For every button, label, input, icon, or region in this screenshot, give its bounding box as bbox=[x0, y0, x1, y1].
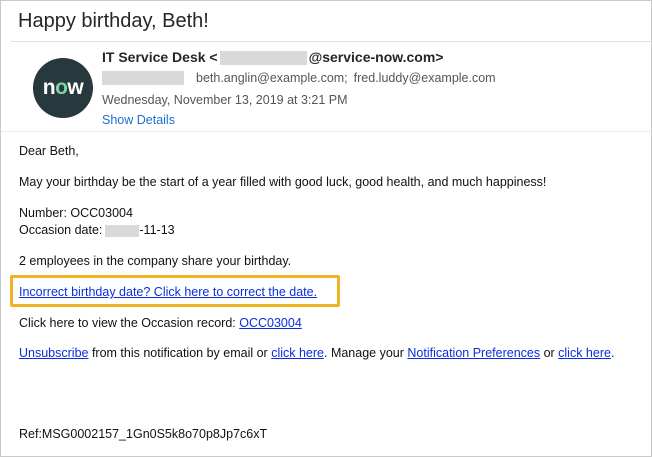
birthday-wish: May your birthday be the start of a year… bbox=[19, 175, 547, 189]
header-bottom-divider bbox=[1, 131, 651, 132]
unsubscribe-line: Unsubscribe from this notification by em… bbox=[19, 346, 614, 360]
header-divider bbox=[11, 41, 651, 42]
logo-w: w bbox=[67, 76, 84, 99]
click-here-link-2[interactable]: click here bbox=[558, 346, 611, 360]
servicenow-logo: now bbox=[43, 76, 84, 100]
unsub-text-4: . bbox=[610, 346, 615, 360]
notification-preferences-link[interactable]: Notification Preferences bbox=[407, 346, 540, 360]
view-record-text: Click here to view the Occasion record: bbox=[19, 316, 240, 330]
highlight-box bbox=[10, 275, 340, 307]
greeting: Dear Beth, bbox=[19, 144, 79, 158]
unsub-text-2: . Manage your bbox=[324, 346, 408, 360]
recipient-fred[interactable]: fred.luddy@example.com bbox=[354, 71, 496, 85]
occasion-suffix: -11-13 bbox=[139, 223, 175, 237]
logo-n: n bbox=[42, 76, 56, 99]
redacted-year bbox=[105, 224, 140, 237]
email-date: Wednesday, November 13, 2019 at 3:21 PM bbox=[102, 93, 348, 107]
redacted-recipient bbox=[102, 71, 184, 85]
unsubscribe-link[interactable]: Unsubscribe bbox=[19, 346, 88, 360]
share-line: 2 employees in the company share your bi… bbox=[19, 254, 292, 268]
logo-o: o bbox=[55, 76, 68, 99]
occasion-label: Occasion date: bbox=[19, 223, 103, 237]
show-details-link[interactable]: Show Details bbox=[102, 113, 175, 127]
reference-id: Ref:MSG0002157_1Gn0S5k8o70p8Jp7c6xT bbox=[19, 427, 268, 441]
number-line: Number: OCC03004 bbox=[19, 206, 133, 220]
recipients-line: beth.anglin@example.com; fred.luddy@exam… bbox=[102, 71, 496, 85]
unsub-text-1: from this notification by email or bbox=[88, 346, 272, 360]
email-window: Happy birthday, Beth! now IT Service Des… bbox=[0, 0, 652, 457]
record-link[interactable]: OCC03004 bbox=[239, 316, 302, 330]
redacted-sender-local bbox=[219, 51, 307, 66]
recipient-beth[interactable]: beth.anglin@example.com; bbox=[196, 71, 348, 85]
email-subject: Happy birthday, Beth! bbox=[18, 10, 209, 32]
sender-line: IT Service Desk < @service-now.com> bbox=[102, 49, 444, 66]
click-here-link-1[interactable]: click here bbox=[271, 346, 324, 360]
sender-avatar: now bbox=[33, 58, 93, 118]
sender-name: IT Service Desk < bbox=[102, 49, 218, 65]
unsub-text-3: or bbox=[540, 346, 559, 360]
occasion-date-line: Occasion date: -11-13 bbox=[19, 223, 175, 237]
view-record-line: Click here to view the Occasion record: … bbox=[19, 316, 302, 330]
sender-domain: @service-now.com> bbox=[308, 49, 444, 65]
